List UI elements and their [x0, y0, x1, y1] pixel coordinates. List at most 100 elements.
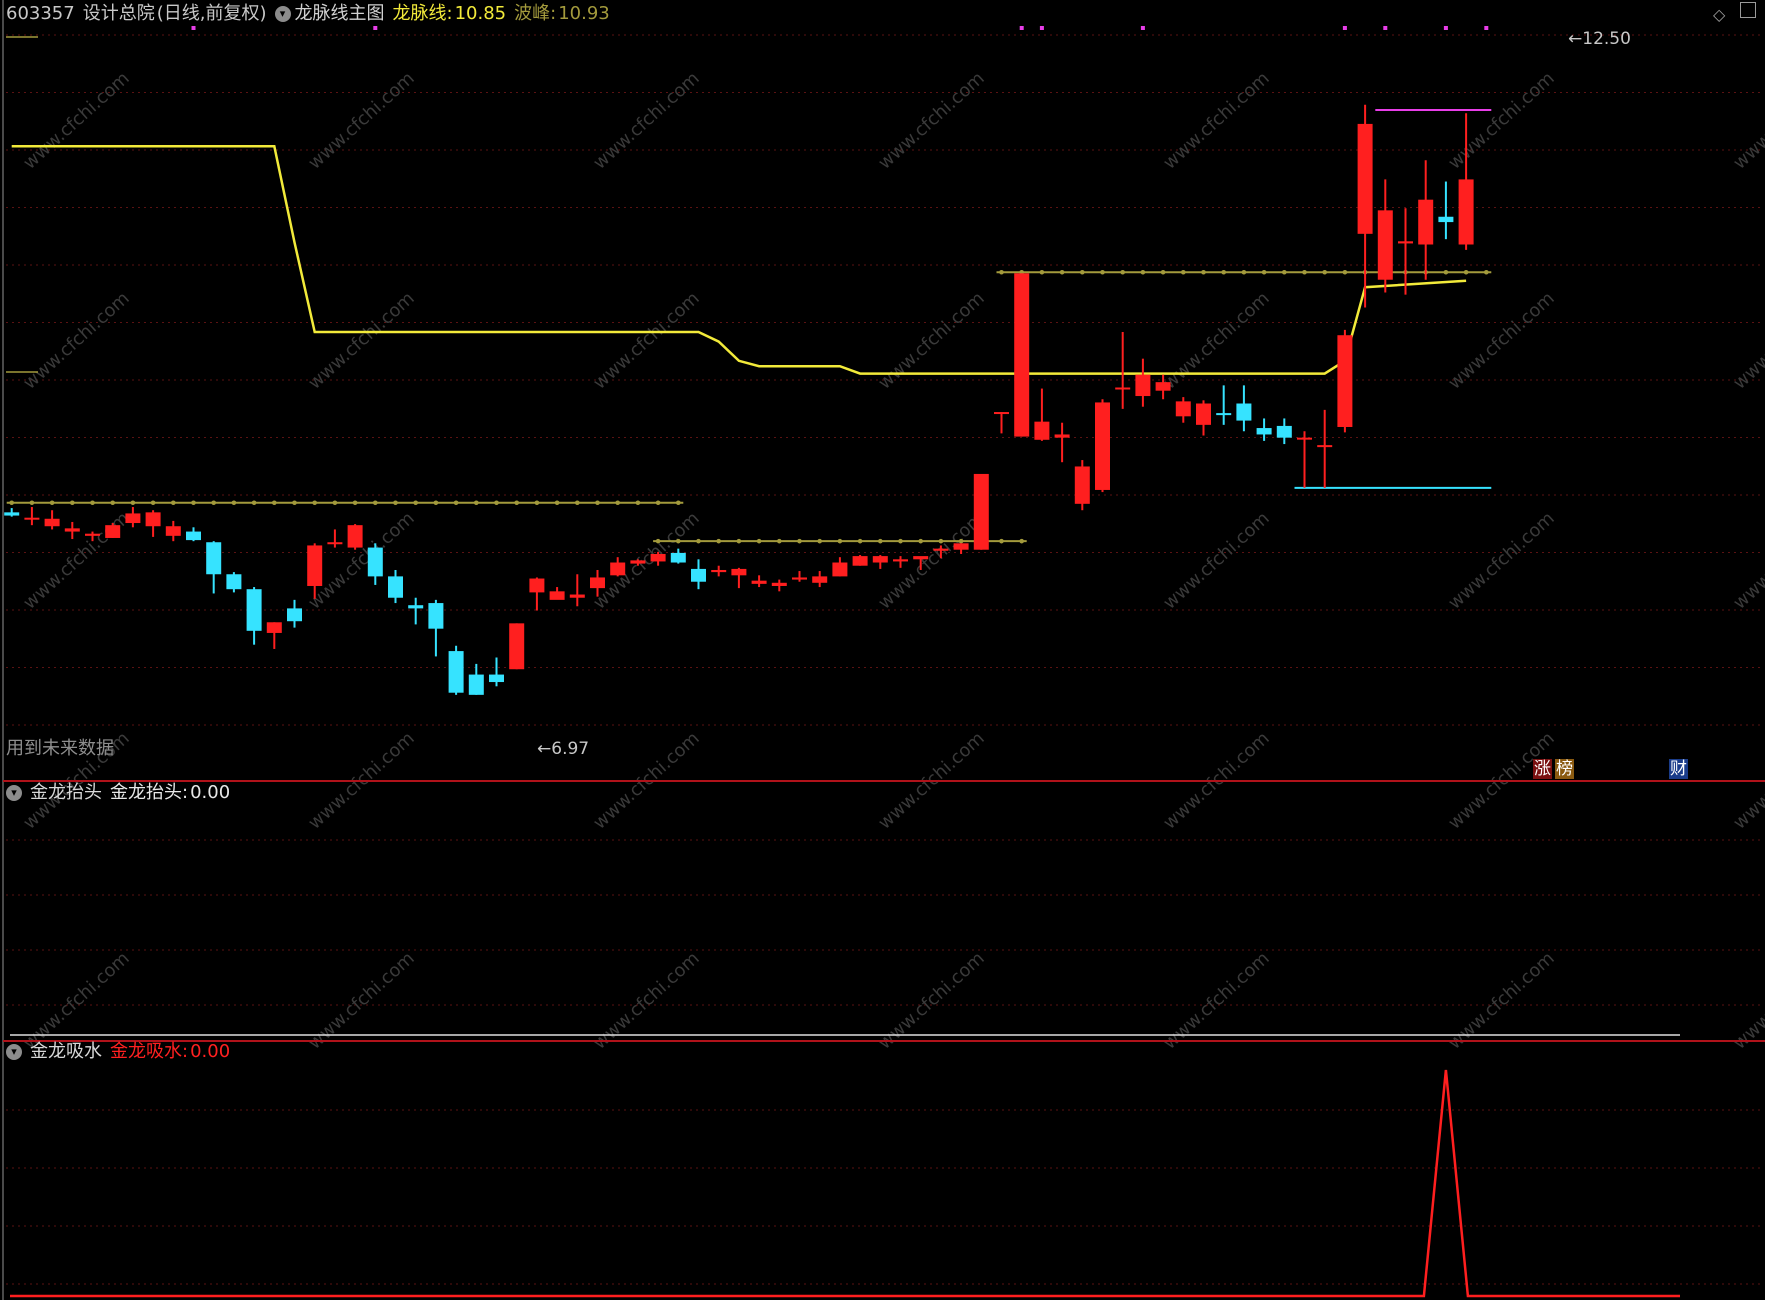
peak-dot — [494, 500, 499, 506]
candle-body — [489, 674, 504, 683]
peak-dot — [1019, 538, 1024, 544]
candle-body — [1175, 401, 1191, 417]
peak-dot — [595, 500, 600, 506]
peak-dot — [857, 538, 863, 544]
low-price-value: 6.97 — [551, 739, 590, 759]
candle-body — [670, 552, 686, 563]
peak-dot — [777, 538, 782, 544]
peak-dot — [1261, 269, 1267, 275]
signal-dot — [1484, 26, 1489, 30]
peak-dot — [352, 500, 358, 506]
kline-chart[interactable]: www.cfchi.com www.cfchi.com www.cfchi.com w… — [0, 0, 1765, 1300]
peak-dot — [514, 500, 519, 506]
peak-label: 波峰: — [514, 3, 557, 24]
signal-dot — [1140, 26, 1145, 30]
candle-body — [125, 513, 141, 524]
candle-body — [1014, 273, 1030, 437]
peak-dot — [90, 500, 95, 506]
peak-dot — [696, 538, 701, 544]
candle-body — [347, 525, 363, 548]
candle-body — [327, 542, 343, 545]
candle-body — [1458, 179, 1474, 245]
peak-dot — [837, 538, 843, 544]
xishui-label: 金龙吸水: — [110, 1041, 189, 1062]
candle-body — [266, 622, 282, 633]
stock-name: 设计总院 — [82, 3, 155, 24]
xishui-title[interactable]: 金龙吸水 — [30, 1040, 102, 1064]
peak-dot — [332, 500, 338, 506]
candle-body — [1196, 403, 1211, 425]
bang-badge[interactable]: 榜 — [1555, 759, 1574, 779]
candle-body — [933, 548, 949, 551]
candle-body — [610, 562, 626, 576]
diamond-icon[interactable]: ◇ — [1713, 4, 1725, 26]
candle-body — [1418, 199, 1434, 245]
candle-body — [145, 512, 161, 527]
xishui-value: 0.00 — [190, 1041, 231, 1062]
candle-body — [186, 531, 201, 541]
signal-dot — [191, 26, 196, 30]
longmai-value: 10.85 — [454, 3, 507, 24]
indicator-toggle-icon[interactable]: ▾ — [274, 6, 291, 22]
candle-body — [1135, 374, 1151, 397]
candle-body — [1155, 382, 1171, 391]
candle-body — [832, 562, 848, 577]
peak-dot — [373, 500, 378, 506]
future-data-note: 用到未来数据 — [6, 738, 114, 759]
candle-body — [105, 525, 121, 538]
candle-body — [448, 651, 464, 693]
peak-dot — [958, 538, 964, 544]
candle-body — [973, 473, 989, 550]
longmai-label: 龙脉线: — [392, 3, 453, 24]
peak-dot — [878, 538, 883, 544]
candle-body — [24, 517, 40, 520]
peak-dot — [312, 500, 318, 506]
peak-dot — [756, 538, 762, 544]
candle-body — [1337, 335, 1353, 427]
candle-body — [1398, 241, 1413, 244]
close-box-icon[interactable] — [1740, 2, 1756, 18]
candle-body — [529, 578, 545, 593]
candle-body — [751, 580, 767, 584]
high-price-marker: ←12.50 — [1568, 29, 1631, 49]
signal-dot — [1019, 26, 1024, 30]
candle-body — [165, 526, 181, 536]
indicator-name[interactable]: 龙脉线主图 — [295, 2, 385, 26]
peak-dot — [272, 500, 277, 506]
candle-body — [246, 589, 262, 631]
peak-dot — [655, 538, 661, 544]
candle-body — [549, 591, 565, 600]
candle-body — [85, 533, 100, 536]
period-label[interactable]: (日线,前复权) — [157, 2, 267, 26]
peak-dot — [1201, 269, 1206, 275]
peak-dot — [1140, 269, 1146, 275]
candle-body — [812, 576, 828, 583]
signal-dot — [1383, 26, 1388, 30]
signal-dot — [1342, 26, 1347, 30]
peak-dot — [1463, 269, 1469, 275]
peak-dot — [1443, 269, 1449, 275]
peak-value: 10.93 — [558, 3, 610, 24]
peak-dot — [716, 538, 721, 544]
xishui-header: ▾ 金龙吸水 金龙吸水: 0.00 — [6, 1040, 230, 1064]
zhang-badge[interactable]: 涨 — [1533, 759, 1552, 779]
peak-dot — [918, 538, 923, 544]
peak-dot — [453, 500, 459, 506]
candle-body — [428, 603, 444, 629]
taitou-toggle-icon[interactable]: ▾ — [6, 785, 22, 801]
peak-dot — [251, 500, 257, 506]
cai-badge[interactable]: 财 — [1669, 759, 1688, 779]
candle-body — [307, 545, 323, 586]
peak-dot — [110, 500, 115, 506]
candle-body — [650, 553, 666, 562]
xishui-toggle-icon[interactable]: ▾ — [6, 1044, 22, 1060]
peak-dot — [938, 538, 944, 544]
candle-body — [872, 556, 888, 563]
candle-body — [1438, 216, 1454, 223]
candle-body — [569, 594, 585, 598]
peak-dot — [1221, 269, 1226, 275]
peak-dot — [49, 500, 55, 506]
candle-body — [994, 412, 1009, 415]
taitou-title[interactable]: 金龙抬头 — [30, 781, 102, 805]
candle-body — [367, 547, 383, 577]
